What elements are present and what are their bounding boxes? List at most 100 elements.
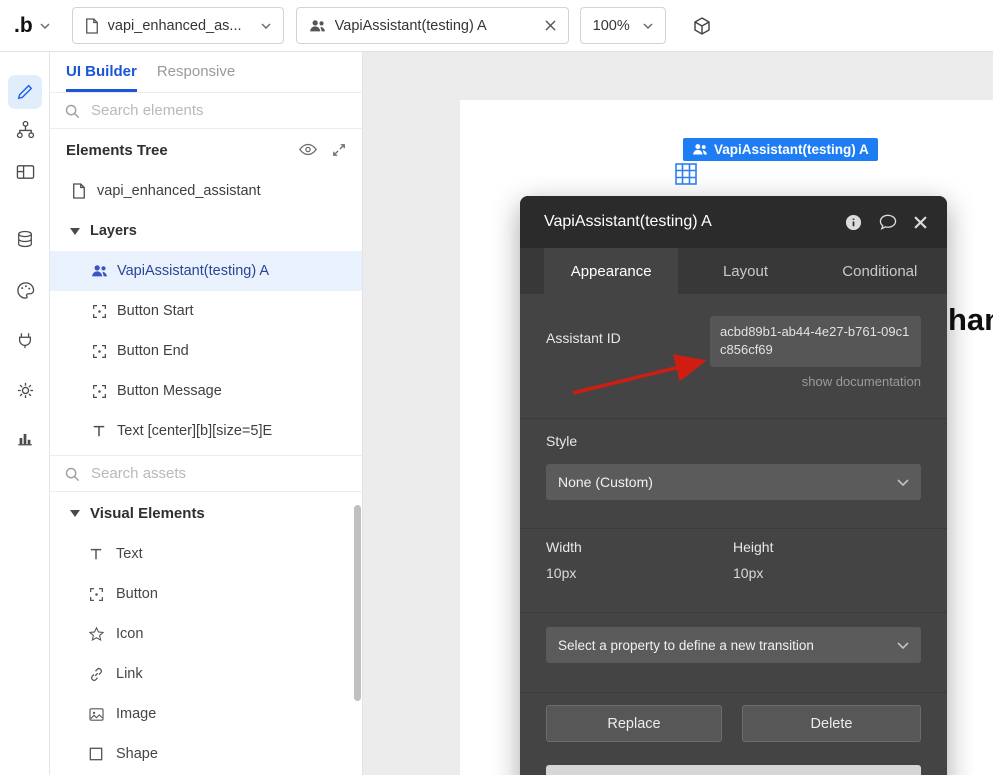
tree-item-button-end[interactable]: Button End bbox=[50, 331, 362, 371]
red-arrow-annotation bbox=[568, 349, 718, 399]
selected-element-label: VapiAssistant(testing) A bbox=[714, 142, 869, 157]
tree-item-label: Button End bbox=[117, 343, 189, 359]
caret-down-icon[interactable] bbox=[70, 228, 81, 235]
visual-elements-header[interactable]: Visual Elements bbox=[50, 492, 362, 534]
selected-element-badge[interactable]: VapiAssistant(testing) A bbox=[683, 138, 878, 161]
top-bar: .b vapi_enhanced_as... VapiAssistant(tes… bbox=[0, 0, 993, 52]
asset-item-icon[interactable]: Icon bbox=[50, 614, 362, 654]
tree-item-label: Button Message bbox=[117, 383, 222, 399]
tree-item-button-message[interactable]: Button Message bbox=[50, 371, 362, 411]
shape-icon bbox=[87, 747, 105, 761]
bubble-logo-menu[interactable]: .b bbox=[14, 14, 50, 38]
search-elements-input[interactable] bbox=[89, 101, 348, 120]
elements-tree-header: Elements Tree bbox=[50, 129, 362, 171]
delete-button[interactable]: Delete bbox=[742, 705, 921, 742]
property-editor-title: VapiAssistant(testing) A bbox=[544, 213, 845, 231]
tree-item-vapiassistant[interactable]: VapiAssistant(testing) A bbox=[50, 251, 362, 291]
chevron-down-icon bbox=[643, 23, 653, 29]
workflow-icon[interactable] bbox=[8, 112, 42, 146]
element-tab-label: VapiAssistant(testing) A bbox=[335, 18, 536, 34]
zoom-selector[interactable]: 100% bbox=[580, 7, 666, 44]
width-value: 10px bbox=[546, 565, 576, 581]
chevron-down-icon bbox=[261, 23, 271, 29]
property-editor-body: Assistant ID acbd89b1-ab44-4e27-b761-09c… bbox=[520, 294, 947, 775]
logs-chart-icon[interactable] bbox=[8, 421, 42, 455]
asset-item-link[interactable]: Link bbox=[50, 654, 362, 694]
database-icon[interactable] bbox=[8, 222, 42, 256]
property-editor-header[interactable]: VapiAssistant(testing) A bbox=[520, 196, 947, 248]
page-selector-value: vapi_enhanced_as... bbox=[108, 18, 252, 34]
tree-group-layers[interactable]: Layers bbox=[50, 211, 362, 251]
asset-item-label: Button bbox=[116, 586, 158, 602]
button-icon bbox=[90, 344, 108, 359]
divider bbox=[520, 692, 947, 693]
assistant-id-field[interactable]: acbd89b1-ab44-4e27-b761-09c1c856cf69 bbox=[710, 316, 921, 367]
panel-scrollbar[interactable] bbox=[354, 505, 361, 701]
star-icon bbox=[87, 627, 105, 641]
page-icon bbox=[70, 183, 88, 199]
tree-item-text[interactable]: Text [center][b][size=5]E bbox=[50, 411, 362, 451]
element-tab[interactable]: VapiAssistant(testing) A bbox=[296, 7, 569, 44]
panel-tabs: UI Builder Responsive bbox=[50, 52, 362, 92]
asset-item-shape[interactable]: Shape bbox=[50, 734, 362, 774]
left-icon-rail bbox=[0, 52, 50, 775]
text-icon bbox=[87, 547, 105, 561]
visual-elements-title: Visual Elements bbox=[90, 505, 205, 522]
tab-responsive[interactable]: Responsive bbox=[157, 63, 235, 92]
transition-dropdown-placeholder: Select a property to define a new transi… bbox=[558, 638, 897, 653]
tab-layout[interactable]: Layout bbox=[678, 248, 812, 294]
canvas[interactable]: hanc VapiAssistant(testing) A VapiAssist… bbox=[363, 52, 993, 775]
info-icon[interactable] bbox=[845, 214, 862, 231]
chevron-down-icon bbox=[40, 23, 50, 29]
close-icon[interactable] bbox=[914, 216, 927, 229]
asset-item-text[interactable]: Text bbox=[50, 534, 362, 574]
expand-diagonal-icon[interactable] bbox=[332, 143, 346, 157]
tab-conditional[interactable]: Conditional bbox=[813, 248, 947, 294]
tree-group-label: Layers bbox=[90, 223, 137, 239]
asset-item-button[interactable]: Button bbox=[50, 574, 362, 614]
elements-tree-title: Elements Tree bbox=[66, 142, 299, 159]
tree-item-page[interactable]: vapi_enhanced_assistant bbox=[50, 171, 362, 211]
plugins-plug-icon[interactable] bbox=[8, 323, 42, 357]
pencil-design-icon[interactable] bbox=[8, 75, 42, 109]
search-icon bbox=[64, 103, 80, 119]
show-documentation-link[interactable]: show documentation bbox=[802, 374, 921, 389]
style-dropdown-value: None (Custom) bbox=[558, 474, 897, 490]
bottom-partial-control[interactable] bbox=[546, 765, 921, 775]
transition-dropdown[interactable]: Select a property to define a new transi… bbox=[546, 627, 921, 663]
tree-item-label: Button Start bbox=[117, 303, 194, 319]
style-dropdown[interactable]: None (Custom) bbox=[546, 464, 921, 500]
close-icon[interactable] bbox=[545, 20, 556, 31]
divider bbox=[520, 528, 947, 529]
asset-item-label: Icon bbox=[116, 626, 143, 642]
height-value: 10px bbox=[733, 565, 763, 581]
grid-table-icon[interactable] bbox=[675, 163, 697, 185]
asset-item-label: Text bbox=[116, 546, 143, 562]
width-label: Width bbox=[546, 539, 582, 555]
image-icon bbox=[87, 708, 105, 721]
users-icon bbox=[90, 264, 108, 278]
styles-palette-icon[interactable] bbox=[8, 273, 42, 307]
assistant-id-label: Assistant ID bbox=[546, 330, 621, 346]
settings-gear-icon[interactable] bbox=[8, 373, 42, 407]
search-assets-input[interactable] bbox=[89, 464, 348, 483]
tab-appearance[interactable]: Appearance bbox=[544, 248, 678, 294]
chevron-down-icon bbox=[897, 642, 909, 649]
asset-item-image[interactable]: Image bbox=[50, 694, 362, 734]
responsive-layout-icon[interactable] bbox=[8, 155, 42, 189]
ui-builder-panel: UI Builder Responsive Elements Tree bbox=[50, 52, 363, 775]
package-cube-icon[interactable] bbox=[692, 16, 712, 36]
page-selector[interactable]: vapi_enhanced_as... bbox=[72, 7, 284, 44]
bubble-logo: .b bbox=[14, 14, 33, 38]
page-icon bbox=[85, 18, 99, 34]
property-editor: VapiAssistant(testing) A Appearance Layo… bbox=[520, 196, 947, 775]
replace-button[interactable]: Replace bbox=[546, 705, 722, 742]
button-icon bbox=[90, 304, 108, 319]
divider bbox=[520, 418, 947, 419]
tab-ui-builder[interactable]: UI Builder bbox=[66, 63, 137, 92]
tree-item-button-start[interactable]: Button Start bbox=[50, 291, 362, 331]
eye-icon[interactable] bbox=[299, 143, 317, 157]
canvas-heading-partial: hanc bbox=[948, 302, 993, 338]
comment-icon[interactable] bbox=[879, 214, 897, 230]
asset-item-label: Link bbox=[116, 666, 143, 682]
